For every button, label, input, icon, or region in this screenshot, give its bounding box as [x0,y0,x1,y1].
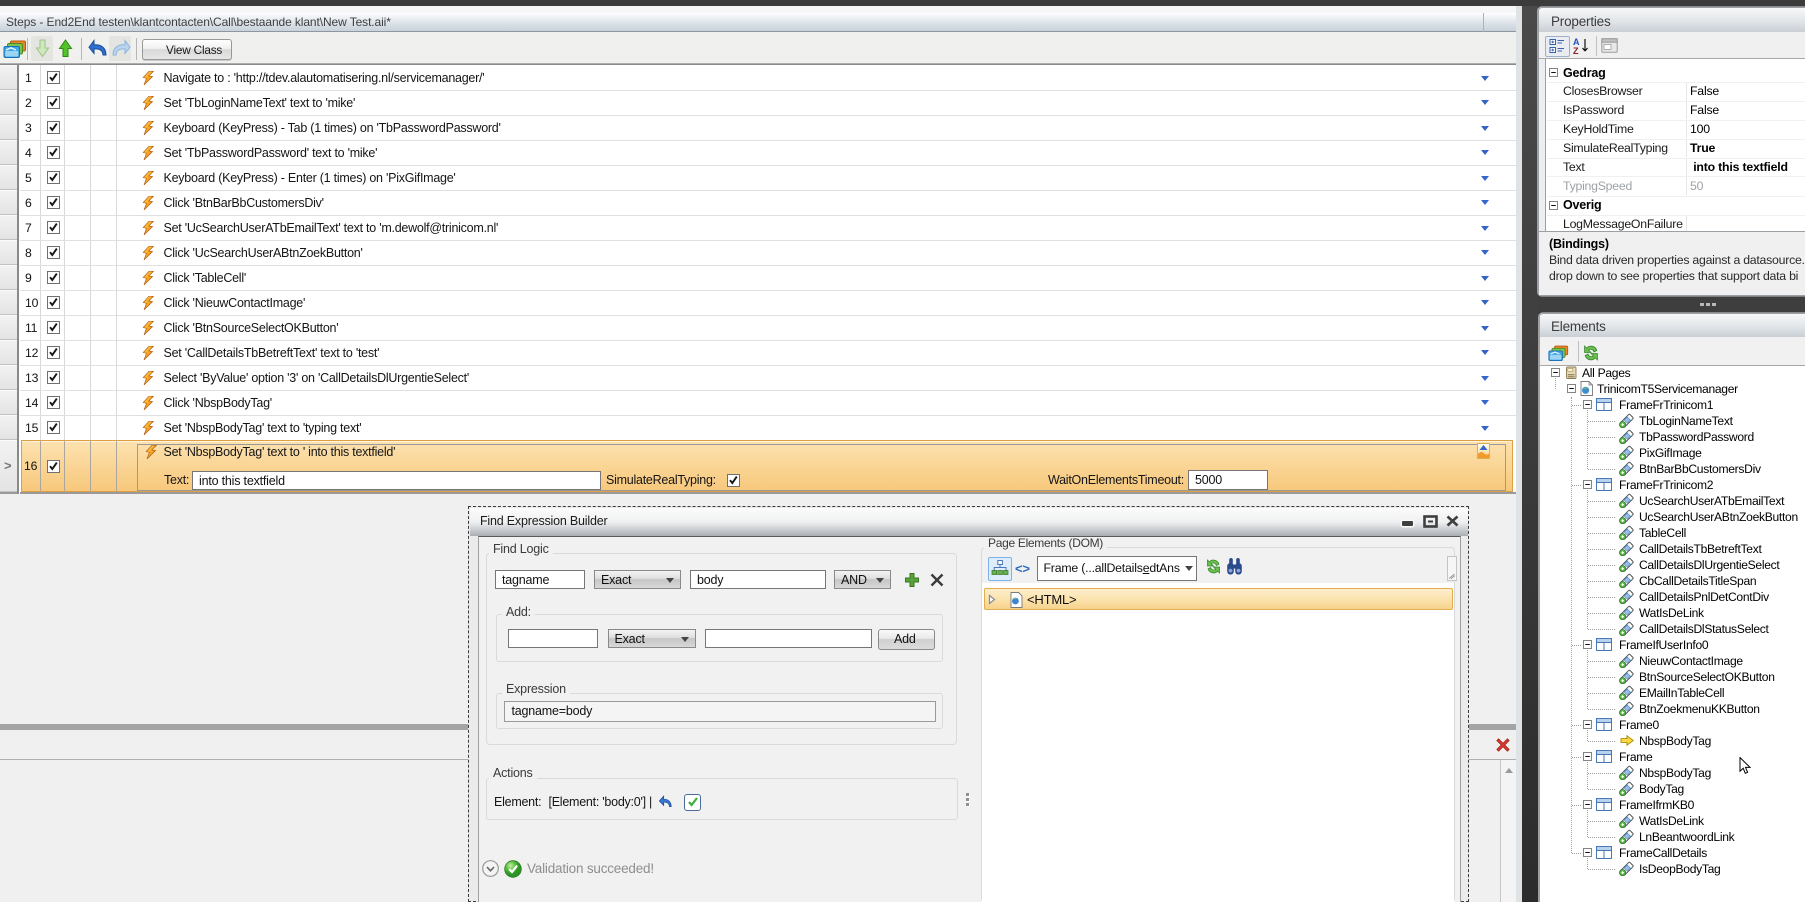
svg-text:Z: Z [1573,46,1579,55]
